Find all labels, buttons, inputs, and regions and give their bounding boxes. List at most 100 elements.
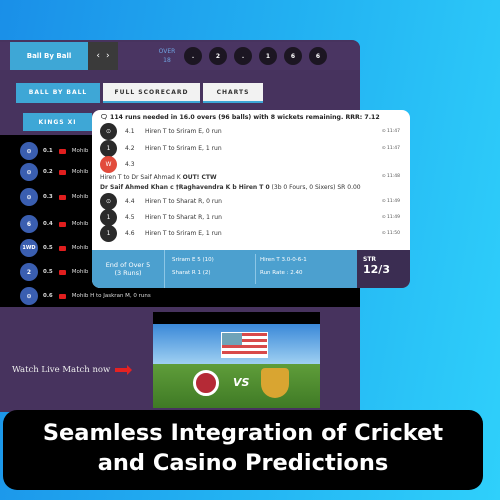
team-score: STR 12/3 — [357, 250, 410, 288]
over-number: 0.2 — [43, 169, 53, 175]
live-match-video[interactable]: VS — [153, 312, 320, 408]
over-title: End of Over 5 — [105, 261, 151, 269]
wicket-badge: W — [100, 156, 117, 173]
ball-badge: 6 — [20, 215, 38, 233]
ball-badge: ⊙ — [20, 142, 38, 160]
ball-badge: ⊙ — [100, 123, 117, 140]
over-number: 0.3 — [43, 194, 53, 200]
over-runs: (3 Runs) — [114, 269, 142, 277]
recent-ball: . — [184, 47, 202, 65]
time-text: 11:49 — [387, 199, 400, 204]
over-label: OVER — [158, 48, 176, 55]
video-icon — [58, 293, 66, 299]
ball-text: Hiren T to Sharat R, 0 run — [145, 198, 222, 205]
bowler: Hiren T 3.0-0-6-1 — [260, 257, 307, 263]
recent-ball: 1 — [259, 47, 277, 65]
list-item[interactable]: ⊙ 0.1 Mohib — [20, 142, 88, 160]
batter: Sriram E 5 (10) — [172, 257, 214, 263]
recent-ball: 6 — [309, 47, 327, 65]
over-number: 4.1 — [125, 128, 135, 135]
score: 12/3 — [363, 263, 390, 276]
over-indicator: OVER 18 — [152, 47, 182, 65]
ball-text: Hiren T to Sriram E, 1 run — [145, 230, 222, 237]
watch-live-text: Watch Live Match now — [12, 365, 111, 375]
ball-by-ball-header-tab[interactable]: Ball By Ball — [10, 42, 88, 70]
tab-full-scorecard[interactable]: FULL SCORECARD — [103, 83, 200, 103]
time-text: 11:47 — [387, 146, 400, 151]
time: ⊙ 11:47 — [381, 129, 400, 134]
batters: Sriram E 5 (10) Sharat R 1 (2) — [168, 254, 256, 284]
team-logo — [193, 370, 219, 396]
recent-ball: 2 — [209, 47, 227, 65]
video-icon — [58, 169, 66, 175]
time-text: 11:47 — [387, 129, 400, 134]
time: ⊙ 11:49 — [381, 199, 400, 204]
tab-ball-by-ball[interactable]: BALL BY BALL — [16, 83, 100, 103]
over-number: 0.5 — [43, 269, 53, 275]
wicket-text: Hiren T to Dr Saif Ahmad K — [100, 174, 181, 181]
commentary-row: ⊙ 4.4 Hiren T to Sharat R, 0 run ⊙ 11:49 — [100, 193, 400, 210]
caption-line: Seamless Integration of Cricket — [42, 420, 444, 446]
list-item[interactable]: 2 0.5 Mohib — [20, 263, 88, 281]
ball-text: Hiren T to Sriram E, 1 run — [145, 145, 222, 152]
video-icon — [58, 245, 66, 251]
ball-badge: 1 — [100, 225, 117, 242]
list-item[interactable]: 1WD 0.5 Mohib — [20, 239, 88, 257]
arrow-right-icon — [115, 365, 133, 375]
list-item[interactable]: ⊙ 0.3 Mohib — [20, 188, 88, 206]
caption-banner: Seamless Integration of Cricket and Casi… — [3, 410, 483, 490]
list-item[interactable]: ⊙ 0.2 Mohib — [20, 163, 88, 181]
time: ⊙ 11:49 — [381, 215, 400, 220]
list-item[interactable]: ⊙ 0.6 Mohib H to Jaskran M, 0 runs — [20, 287, 151, 305]
dismissal-bold: Dr Saif Ahmed Khan c †Raghavendra K b Hi… — [100, 184, 270, 191]
commentary-row-wicket: W 4.3 — [100, 156, 400, 173]
over-number: 4.3 — [125, 161, 135, 168]
comment-icon: 🗨 — [100, 114, 111, 121]
ball-badge: 1 — [100, 209, 117, 226]
over-summary: End of Over 5 (3 Runs) Sriram E 5 (10) Sha… — [92, 250, 410, 288]
time: ⊙ 11:50 — [381, 231, 400, 236]
ball-text: Mohib — [71, 245, 89, 251]
ball-text: Mohib — [71, 169, 89, 175]
over-number: 0.6 — [43, 293, 53, 299]
tab-charts[interactable]: CHARTS — [203, 83, 263, 103]
video-icon — [58, 148, 66, 154]
bowler-stats: Hiren T 3.0-0-6-1 Run Rate : 2.40 — [260, 254, 350, 280]
chase-summary: 🗨 114 runs needed in 16.0 overs (96 ball… — [100, 113, 380, 121]
top-bar: Ball By Ball ‹ › OVER 18 . 2 . 1 6 6 — [0, 42, 360, 70]
league-logo — [221, 332, 268, 358]
dismissal-detail: (3b 0 Fours, 0 Sixers) SR 0.00 — [271, 184, 361, 191]
watch-live-label: Watch Live Match now — [12, 365, 133, 375]
over-number: 0.4 — [43, 221, 53, 227]
over-number: 0.1 — [43, 148, 53, 154]
over-number: 4.6 — [125, 230, 135, 237]
summary-text: 114 runs needed in 16.0 overs (96 balls)… — [110, 114, 380, 121]
batter: Sharat R 1 (2) — [172, 270, 211, 276]
commentary-row: ⊙ 4.1 Hiren T to Sriram E, 0 run ⊙ 11:47 — [100, 123, 400, 140]
caption-line: and Casino Predictions — [97, 450, 389, 476]
end-of-over: End of Over 5 (3 Runs) — [92, 250, 165, 288]
ball-text: Mohib — [71, 148, 89, 154]
over-number: 4.5 — [125, 214, 135, 221]
ball-text: Mohib — [71, 221, 89, 227]
ball-badge: ⊙ — [20, 163, 38, 181]
ball-badge: ⊙ — [20, 287, 38, 305]
chevron-left-icon[interactable]: ‹ — [96, 51, 100, 61]
video-icon — [58, 194, 66, 200]
commentary-row: 1 4.2 Hiren T to Sriram E, 1 run ⊙ 11:47 — [100, 140, 400, 157]
video-icon — [58, 221, 66, 227]
wicket-out: OUT! CTW — [182, 174, 217, 181]
ball-badge: 1WD — [20, 239, 38, 257]
video-icon — [58, 269, 66, 275]
ball-text: Mohib — [71, 194, 89, 200]
time-text: 11:50 — [387, 231, 400, 236]
team-tab-kings-xi[interactable]: KINGS XI — [23, 113, 92, 131]
list-item[interactable]: 6 0.4 Mohib — [20, 215, 88, 233]
recent-ball: . — [234, 47, 252, 65]
dismissal-line: Dr Saif Ahmed Khan c †Raghavendra K b Hi… — [100, 184, 361, 191]
over-number: 4.4 — [125, 198, 135, 205]
over-number: 18 — [163, 57, 171, 64]
chevron-right-icon[interactable]: › — [106, 51, 110, 61]
ball-text: Hiren T to Sharat R, 1 run — [145, 214, 222, 221]
team-logo — [261, 368, 289, 398]
